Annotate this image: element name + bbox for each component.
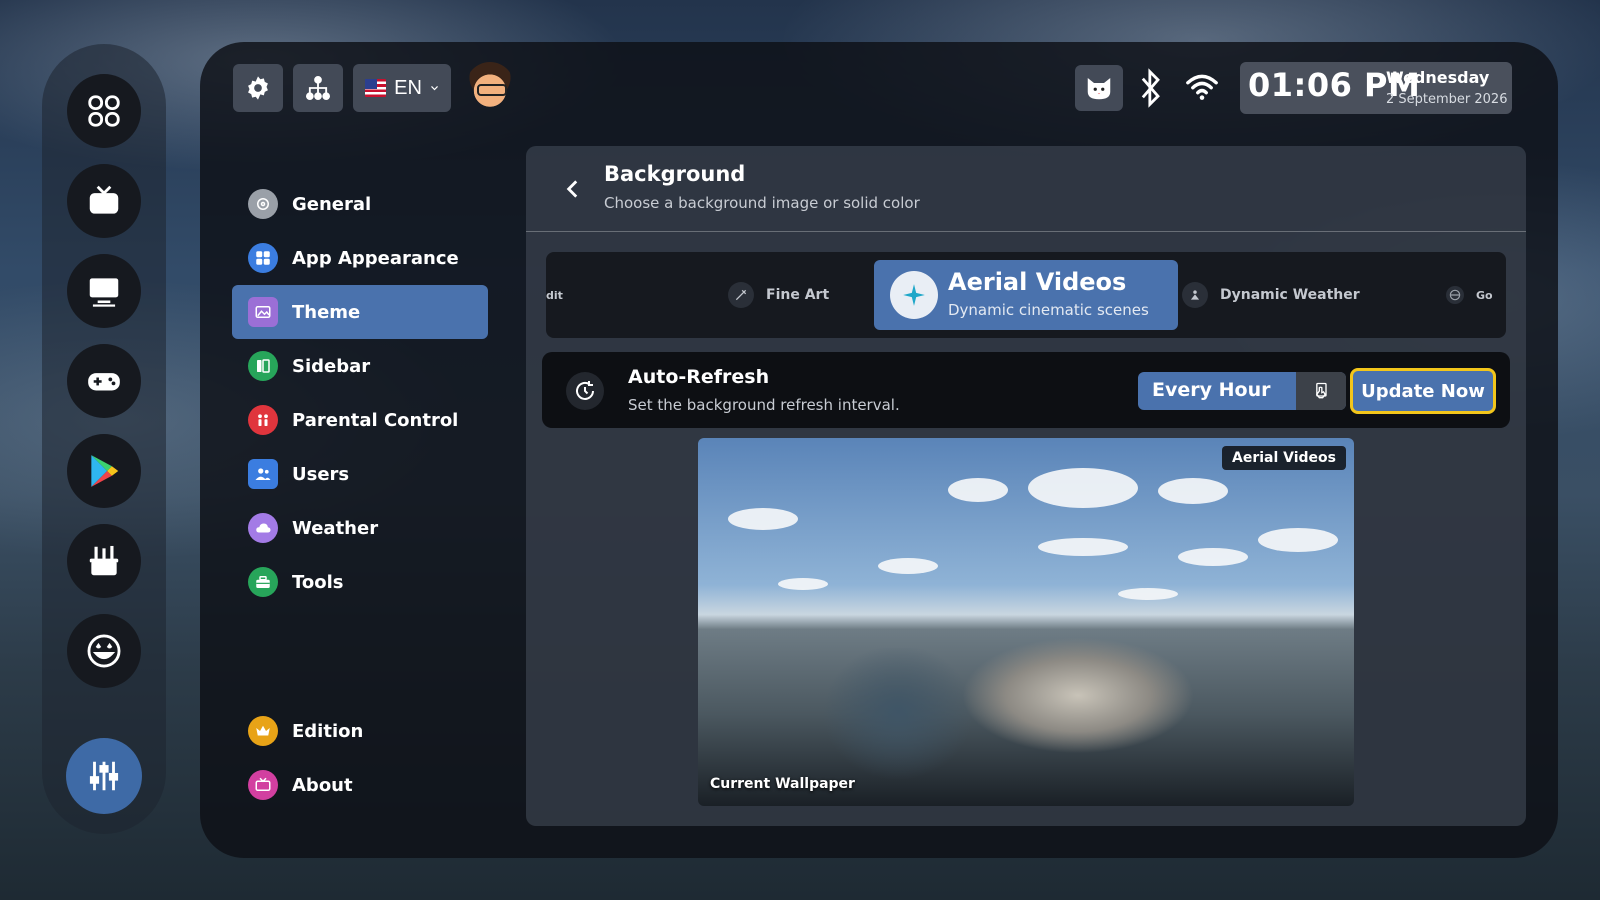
page-subtitle: Choose a background image or solid color [604, 194, 920, 212]
gear-icon [248, 76, 268, 100]
carousel-item-partial-left[interactable]: dit [546, 252, 566, 338]
apps-grid-button[interactable] [67, 74, 141, 148]
refresh-interval-value: Every Hour [1152, 379, 1271, 401]
network-tree-button[interactable] [293, 64, 343, 112]
brush-icon [728, 282, 754, 308]
clock-day: Wednesday [1386, 68, 1490, 87]
play-store-icon [91, 455, 119, 487]
carousel-item-fine-art[interactable]: Fine Art [728, 252, 829, 338]
menu-item-label: Weather [292, 517, 379, 539]
sidebar-icon [248, 351, 278, 381]
language-code: EN [394, 76, 422, 99]
touch-select-icon [1296, 372, 1346, 410]
refresh-interval-select[interactable]: Every Hour [1138, 372, 1346, 410]
carousel-item-dynamic-weather[interactable]: Dynamic Weather [1182, 252, 1360, 338]
preview-badge: Aerial Videos [1221, 446, 1346, 470]
us-flag-icon [365, 79, 387, 97]
carousel-active-subtitle: Dynamic cinematic scenes [948, 301, 1149, 319]
menu-item-label: Edition [292, 720, 364, 742]
auto-refresh-subtitle: Set the background refresh interval. [628, 396, 900, 414]
general-icon [248, 189, 278, 219]
tv-button[interactable] [67, 164, 141, 238]
carousel-item-partial-right[interactable]: Go [1446, 252, 1493, 338]
cloud-icon [248, 513, 278, 543]
crown-icon [248, 716, 278, 746]
menu-item-label: Users [292, 463, 350, 485]
menu-item-users[interactable]: Users [232, 447, 488, 501]
app-grid-icon [248, 243, 278, 273]
tv-icon [89, 185, 119, 214]
carousel-item-label: Go [1476, 288, 1493, 302]
app-dock [42, 44, 166, 834]
user-avatar[interactable] [465, 62, 515, 114]
content-header: Background Choose a background image or … [526, 146, 1526, 232]
carousel-item-label: dit [546, 288, 563, 302]
profile-cat-button[interactable] [1075, 65, 1123, 111]
gamepad-icon [88, 373, 120, 391]
language-select[interactable]: EN [353, 64, 451, 112]
menu-item-about[interactable]: About [232, 758, 488, 812]
settings-gear-button[interactable] [233, 64, 283, 112]
tv-info-icon [248, 770, 278, 800]
carousel-item-aerial-videos[interactable]: Aerial Videos Dynamic cinematic scenes [874, 260, 1178, 330]
monitor-icon [89, 278, 119, 307]
family-icon [248, 405, 278, 435]
menu-item-app-appearance[interactable]: App Appearance [232, 231, 488, 285]
menu-item-parental-control[interactable]: Parental Control [232, 393, 488, 447]
monitor-button[interactable] [67, 254, 141, 328]
cat-face-icon [1087, 78, 1111, 100]
menu-item-tools[interactable]: Tools [232, 555, 488, 609]
menu-item-sidebar[interactable]: Sidebar [232, 339, 488, 393]
tools-button[interactable] [67, 524, 141, 598]
background-settings: Background Choose a background image or … [526, 146, 1526, 826]
background-type-carousel: dit Fine Art Aerial Videos Dynamic cinem… [546, 252, 1506, 338]
menu-item-label: About [292, 774, 353, 796]
chevron-down-icon [431, 86, 438, 91]
smiley-icon [87, 634, 121, 668]
menu-item-edition[interactable]: Edition [232, 704, 488, 758]
image-icon [248, 297, 278, 327]
preview-caption: Current Wallpaper [710, 776, 855, 792]
weather-person-icon [1182, 282, 1208, 308]
bluetooth-icon[interactable] [1137, 68, 1165, 108]
sparkle-icon [890, 271, 938, 319]
refresh-timer-icon [566, 372, 604, 410]
games-button[interactable] [67, 344, 141, 418]
globe-icon [1446, 286, 1464, 304]
menu-item-label: Sidebar [292, 355, 371, 377]
chevron-left-icon [566, 180, 578, 198]
clock-date: 2 September 2026 [1386, 92, 1508, 107]
auto-refresh-row: Auto-Refresh Set the background refresh … [542, 352, 1510, 428]
menu-item-label: Theme [292, 301, 361, 323]
update-now-button[interactable]: Update Now [1350, 368, 1496, 414]
tools-basket-icon [89, 545, 119, 576]
carousel-active-title: Aerial Videos [948, 268, 1127, 296]
entertainment-button[interactable] [67, 614, 141, 688]
menu-item-label: Parental Control [292, 409, 459, 431]
settings-panel: EN 01:06 PM Wednesday 2 September 2026 G… [200, 42, 1558, 858]
carousel-item-label: Dynamic Weather [1220, 287, 1360, 303]
menu-item-theme[interactable]: Theme [232, 285, 488, 339]
play-store-button[interactable] [67, 434, 141, 508]
menu-item-general[interactable]: General [232, 177, 488, 231]
sliders-icon [89, 761, 119, 791]
settings-button[interactable] [66, 738, 142, 814]
menu-item-weather[interactable]: Weather [232, 501, 488, 555]
wifi-icon[interactable] [1185, 70, 1219, 104]
menu-item-label: Tools [292, 571, 344, 593]
menu-item-label: App Appearance [292, 247, 459, 269]
users-icon [248, 459, 278, 489]
toolbox-icon [248, 567, 278, 597]
hierarchy-icon [305, 75, 331, 101]
clock-widget: 01:06 PM Wednesday 2 September 2026 [1240, 62, 1512, 114]
menu-item-label: General [292, 193, 372, 215]
apps-grid-icon [88, 95, 120, 127]
auto-refresh-title: Auto-Refresh [628, 366, 770, 388]
wallpaper-preview[interactable]: Aerial Videos Current Wallpaper [698, 438, 1354, 806]
page-title: Background [604, 162, 746, 186]
back-button[interactable] [560, 176, 586, 202]
carousel-item-label: Fine Art [766, 287, 830, 303]
